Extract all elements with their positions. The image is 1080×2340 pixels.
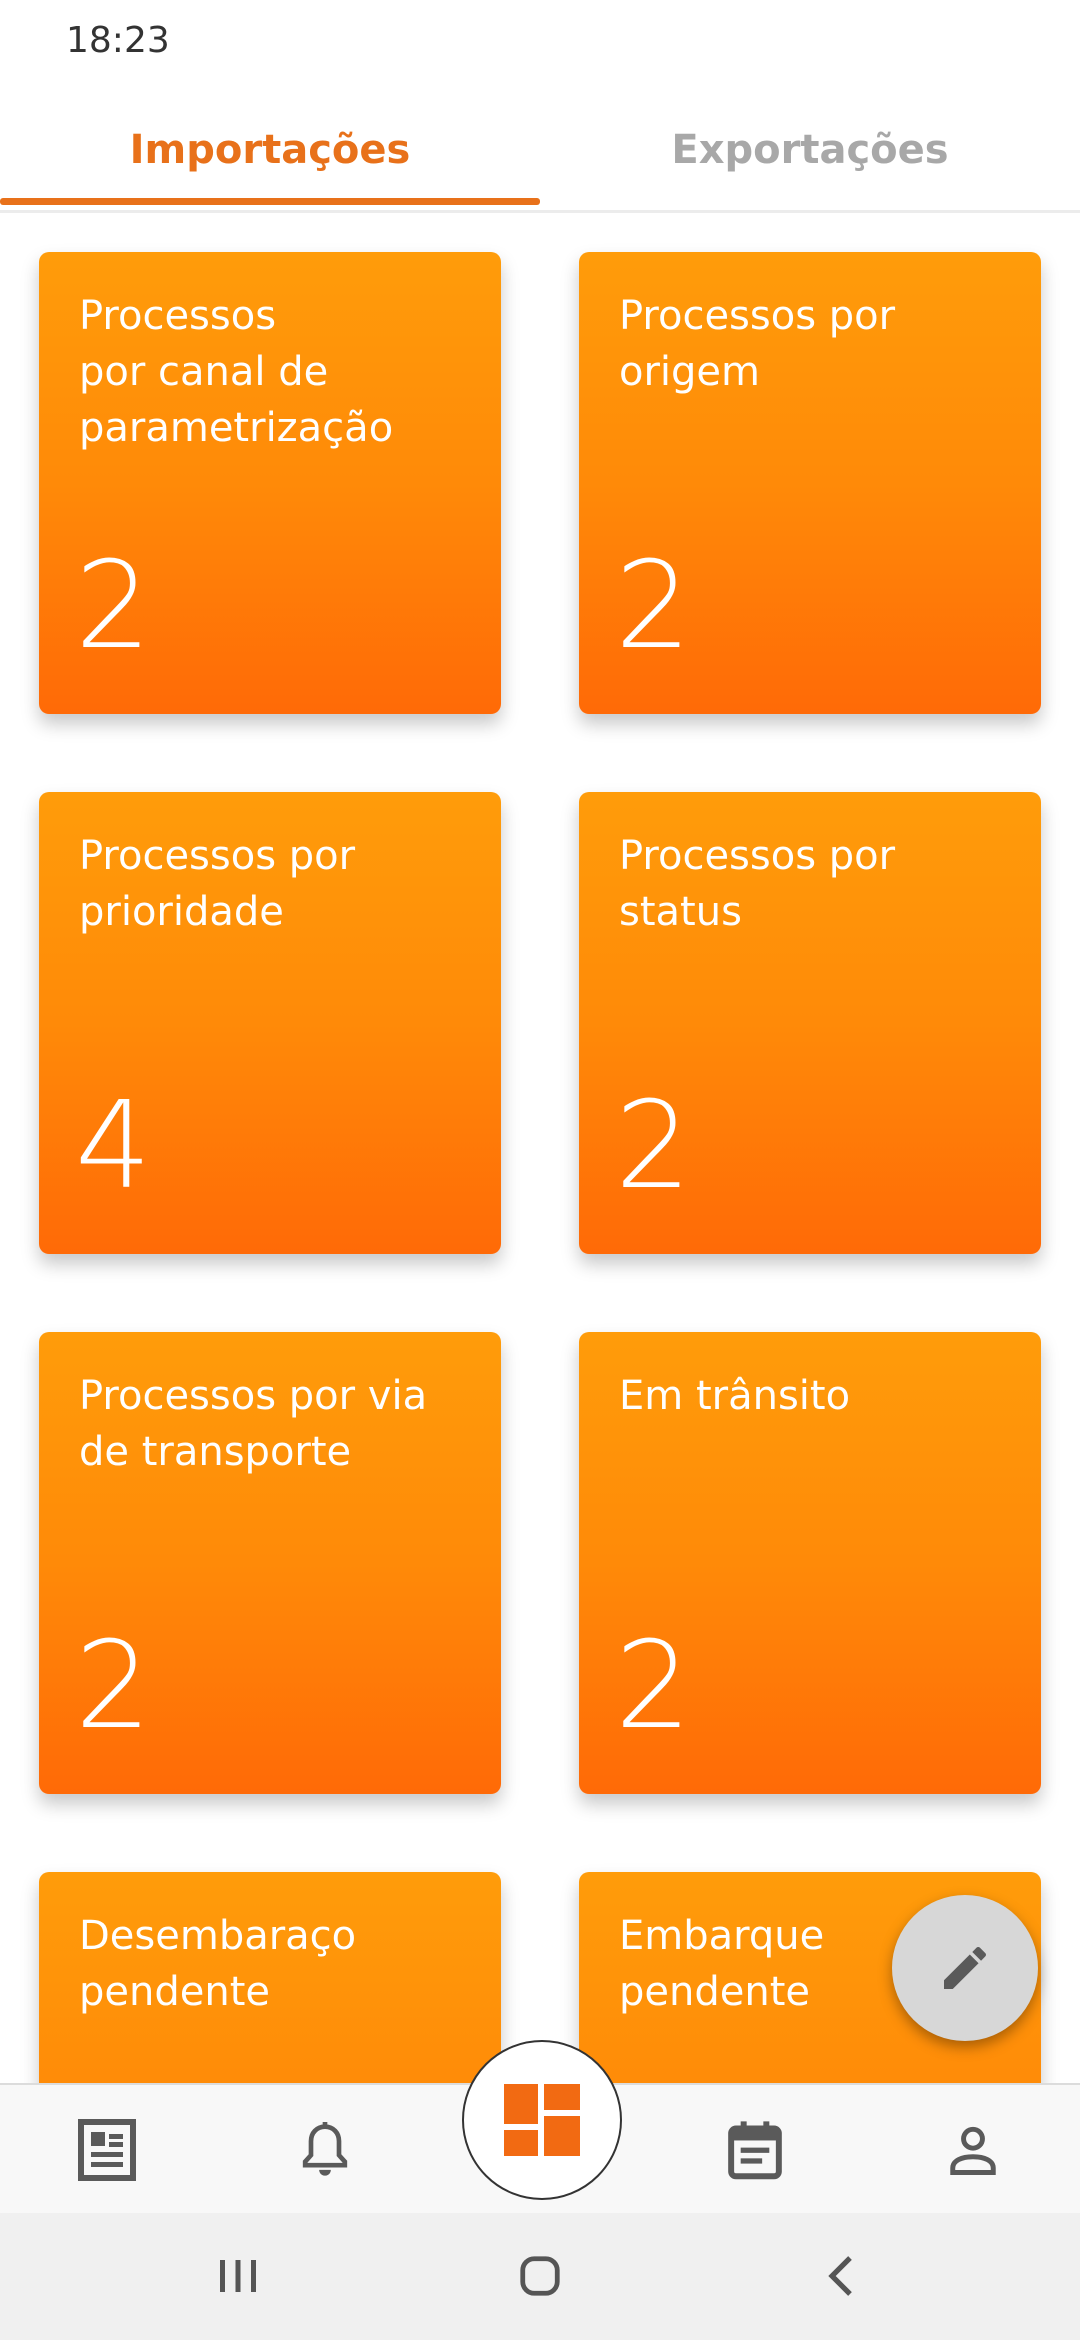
card-count: 2 bbox=[615, 1077, 692, 1216]
back-button[interactable] bbox=[812, 2251, 872, 2301]
card-count: 2 bbox=[615, 537, 692, 676]
status-time: 18:23 bbox=[66, 20, 170, 61]
card-processos-origem[interactable]: Processos por origem 2 bbox=[579, 252, 1041, 714]
card-title: Processos por origem bbox=[619, 293, 896, 395]
card-count: 2 bbox=[615, 1617, 692, 1756]
system-navigation-bar bbox=[0, 2213, 1080, 2340]
card-processos-prioridade[interactable]: Processos por prioridade 4 bbox=[39, 792, 501, 1254]
card-processos-status[interactable]: Processos por status 2 bbox=[579, 792, 1041, 1254]
recent-apps-icon bbox=[220, 2260, 256, 2292]
pencil-icon bbox=[944, 1946, 987, 1989]
card-processos-canal[interactable]: Processos por canal de parametrização 2 bbox=[39, 252, 501, 714]
nav-profile[interactable] bbox=[938, 2115, 1008, 2185]
card-title: Processos por prioridade bbox=[79, 833, 356, 935]
nav-notifications[interactable] bbox=[290, 2115, 360, 2185]
person-icon bbox=[950, 2126, 996, 2175]
tab-bar: Importações Exportações bbox=[0, 90, 1080, 213]
card-count: 4 bbox=[75, 1077, 152, 1216]
nav-documents[interactable] bbox=[72, 2115, 142, 2185]
calendar-icon bbox=[728, 2121, 782, 2180]
card-processos-via-transporte[interactable]: Processos por via de transporte 2 bbox=[39, 1332, 501, 1794]
home-button[interactable] bbox=[510, 2251, 570, 2301]
nav-calendar[interactable] bbox=[720, 2115, 790, 2185]
home-icon bbox=[520, 2256, 560, 2296]
card-title: Processos por canal de parametrização bbox=[79, 293, 394, 451]
card-title: Desembaraço pendente bbox=[79, 1913, 357, 2015]
tab-exportacoes[interactable]: Exportações bbox=[540, 90, 1080, 210]
back-icon bbox=[828, 2256, 852, 2296]
cards-grid: Processos por canal de parametrização 2 … bbox=[0, 210, 1080, 2083]
card-count: 2 bbox=[75, 537, 152, 676]
bell-icon bbox=[302, 2122, 348, 2176]
tab-importacoes[interactable]: Importações bbox=[0, 90, 540, 210]
card-title: Em trânsito bbox=[619, 1373, 851, 1419]
edit-fab-button[interactable] bbox=[892, 1895, 1038, 2041]
card-desembaraco-pendente[interactable]: Desembaraço pendente bbox=[39, 1872, 501, 2083]
nav-dashboard[interactable] bbox=[462, 2040, 622, 2200]
recent-apps-button[interactable] bbox=[208, 2251, 268, 2301]
document-icon bbox=[78, 2119, 136, 2181]
status-bar: 18:23 bbox=[0, 0, 1080, 90]
card-title: Processos por status bbox=[619, 833, 896, 935]
dashboard-icon bbox=[504, 2084, 580, 2156]
card-count: 2 bbox=[75, 1617, 152, 1756]
active-tab-indicator bbox=[0, 198, 540, 205]
card-em-transito[interactable]: Em trânsito 2 bbox=[579, 1332, 1041, 1794]
card-title: Processos por via de transporte bbox=[79, 1373, 428, 1475]
